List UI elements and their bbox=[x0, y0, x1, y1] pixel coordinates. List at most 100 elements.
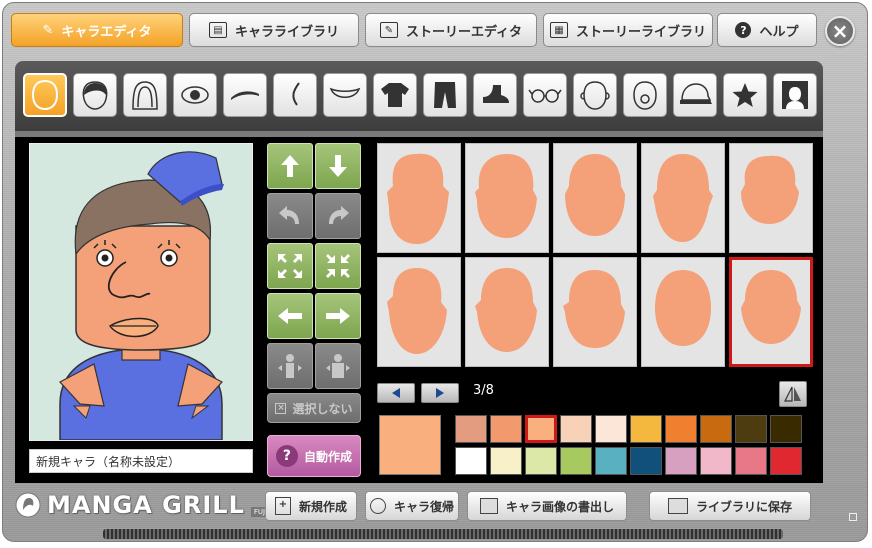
face-shape-thumbnail[interactable] bbox=[465, 257, 549, 367]
color-swatch[interactable] bbox=[735, 447, 767, 475]
star-icon[interactable] bbox=[723, 73, 767, 117]
export-image-label: キャラ画像の書出し bbox=[505, 499, 614, 514]
eye-icon[interactable] bbox=[173, 73, 217, 117]
tab-story-library[interactable]: ▦ ストーリーライブラリ bbox=[543, 13, 713, 47]
current-color-preview bbox=[379, 415, 441, 475]
widen-button[interactable] bbox=[315, 343, 361, 389]
character-illustration bbox=[59, 151, 224, 441]
hair-back-icon[interactable] bbox=[123, 73, 167, 117]
move-up-button[interactable] bbox=[267, 143, 313, 189]
film-library-icon: ▦ bbox=[549, 22, 568, 38]
color-swatch[interactable] bbox=[560, 415, 592, 443]
face-shape-thumbnail[interactable] bbox=[641, 257, 725, 367]
grill-logo-icon bbox=[15, 492, 41, 518]
prev-page-button[interactable] bbox=[377, 383, 415, 403]
face-shape-thumbnail[interactable] bbox=[377, 143, 461, 253]
color-swatch[interactable] bbox=[490, 447, 522, 475]
tab-label: ヘルプ bbox=[759, 24, 799, 40]
face-shape-thumbnail[interactable] bbox=[729, 143, 813, 253]
save-library-icon bbox=[667, 498, 688, 514]
face-shape-thumbnail[interactable] bbox=[377, 257, 461, 367]
rotate-right-button[interactable] bbox=[315, 193, 361, 239]
deselect-label: 選択しない bbox=[292, 401, 353, 416]
narrow-button[interactable] bbox=[267, 343, 313, 389]
color-swatch[interactable] bbox=[700, 447, 732, 475]
eyebrow-icon[interactable] bbox=[223, 73, 267, 117]
shrink-icon bbox=[326, 254, 350, 278]
color-swatch[interactable] bbox=[770, 447, 802, 475]
shrink-button[interactable] bbox=[315, 243, 361, 289]
rotate-right-icon bbox=[329, 206, 349, 224]
color-swatch[interactable] bbox=[630, 447, 662, 475]
tab-chara-editor[interactable]: ✎ キャラエディタ bbox=[11, 13, 183, 47]
face-shape-icon bbox=[565, 154, 625, 236]
mouth-icon[interactable] bbox=[323, 73, 367, 117]
glasses-icon[interactable] bbox=[523, 73, 567, 117]
face-detail-icon[interactable] bbox=[623, 73, 667, 117]
color-swatch[interactable] bbox=[665, 447, 697, 475]
enlarge-button[interactable] bbox=[267, 243, 313, 289]
restore-character-button[interactable]: キャラ復帰 bbox=[365, 491, 459, 521]
move-down-button[interactable] bbox=[315, 143, 361, 189]
expand-icon bbox=[278, 254, 302, 278]
pencil-icon: ✎ bbox=[42, 22, 54, 38]
background-icon[interactable] bbox=[773, 73, 817, 117]
color-swatch[interactable] bbox=[595, 415, 627, 443]
face-shape-icon bbox=[655, 270, 711, 346]
color-swatch[interactable] bbox=[770, 415, 802, 443]
next-page-button[interactable] bbox=[421, 383, 459, 403]
move-left-button[interactable] bbox=[267, 293, 313, 339]
resize-handle[interactable] bbox=[849, 513, 857, 521]
face-shape-thumbnail[interactable] bbox=[553, 143, 637, 253]
close-button[interactable]: × bbox=[825, 16, 855, 46]
color-swatch[interactable] bbox=[560, 447, 592, 475]
face-shape-thumbnail[interactable] bbox=[641, 143, 725, 253]
deselect-button[interactable]: × 選択しない bbox=[267, 393, 361, 423]
tab-chara-library[interactable]: ▤ キャラライブラリ bbox=[189, 13, 359, 47]
export-image-button[interactable]: キャラ画像の書出し bbox=[467, 491, 627, 521]
color-swatch[interactable] bbox=[490, 415, 522, 443]
face-shape-thumbnail[interactable] bbox=[465, 143, 549, 253]
color-swatch[interactable] bbox=[700, 415, 732, 443]
color-swatch[interactable] bbox=[455, 415, 487, 443]
hair-icon[interactable] bbox=[73, 73, 117, 117]
flip-button[interactable] bbox=[779, 381, 807, 407]
logo-text: MANGA GRILL bbox=[47, 491, 245, 519]
character-name-field[interactable]: 新規キャラ（名称未設定） bbox=[29, 449, 253, 473]
triangle-left-icon bbox=[392, 388, 400, 398]
tab-help[interactable]: ? ヘルプ bbox=[717, 13, 817, 47]
tab-story-editor[interactable]: ✎ ストーリーエディタ bbox=[365, 13, 537, 47]
person-narrow-icon bbox=[278, 354, 302, 378]
nose-icon[interactable] bbox=[273, 73, 317, 117]
close-icon: × bbox=[831, 19, 849, 43]
color-swatch[interactable] bbox=[525, 415, 557, 443]
auto-create-button[interactable]: ? 自動作成 bbox=[267, 435, 361, 477]
new-character-button[interactable]: + 新規作成 bbox=[265, 491, 357, 521]
ear-icon[interactable] bbox=[573, 73, 617, 117]
color-swatch[interactable] bbox=[595, 447, 627, 475]
face-outline-icon[interactable] bbox=[23, 73, 67, 117]
decorative-grille bbox=[103, 529, 783, 539]
document-edit-icon: ✎ bbox=[379, 22, 398, 38]
shirt-icon[interactable] bbox=[373, 73, 417, 117]
tab-label: キャラライブラリ bbox=[234, 24, 339, 40]
save-to-library-button[interactable]: ライブラリに保存 bbox=[649, 491, 811, 521]
hat-icon[interactable] bbox=[673, 73, 717, 117]
color-swatch[interactable] bbox=[735, 415, 767, 443]
shoe-icon[interactable] bbox=[473, 73, 517, 117]
color-swatch[interactable] bbox=[455, 447, 487, 475]
new-doc-icon: + bbox=[274, 497, 291, 515]
color-swatch[interactable] bbox=[630, 415, 662, 443]
face-shape-thumbnail[interactable] bbox=[729, 257, 813, 367]
pants-icon[interactable] bbox=[423, 73, 467, 117]
face-shape-thumbnail[interactable] bbox=[553, 257, 637, 367]
app-window: ✎ キャラエディタ ▤ キャラライブラリ ✎ ストーリーエディタ ▦ ストーリー… bbox=[2, 2, 868, 542]
face-shape-icon bbox=[475, 154, 537, 238]
move-right-button[interactable] bbox=[315, 293, 361, 339]
character-preview bbox=[29, 143, 253, 441]
auto-create-label: 自動作成 bbox=[303, 449, 352, 464]
color-swatch[interactable] bbox=[525, 447, 557, 475]
face-shape-icon bbox=[387, 268, 447, 354]
color-swatch[interactable] bbox=[665, 415, 697, 443]
rotate-left-button[interactable] bbox=[267, 193, 313, 239]
